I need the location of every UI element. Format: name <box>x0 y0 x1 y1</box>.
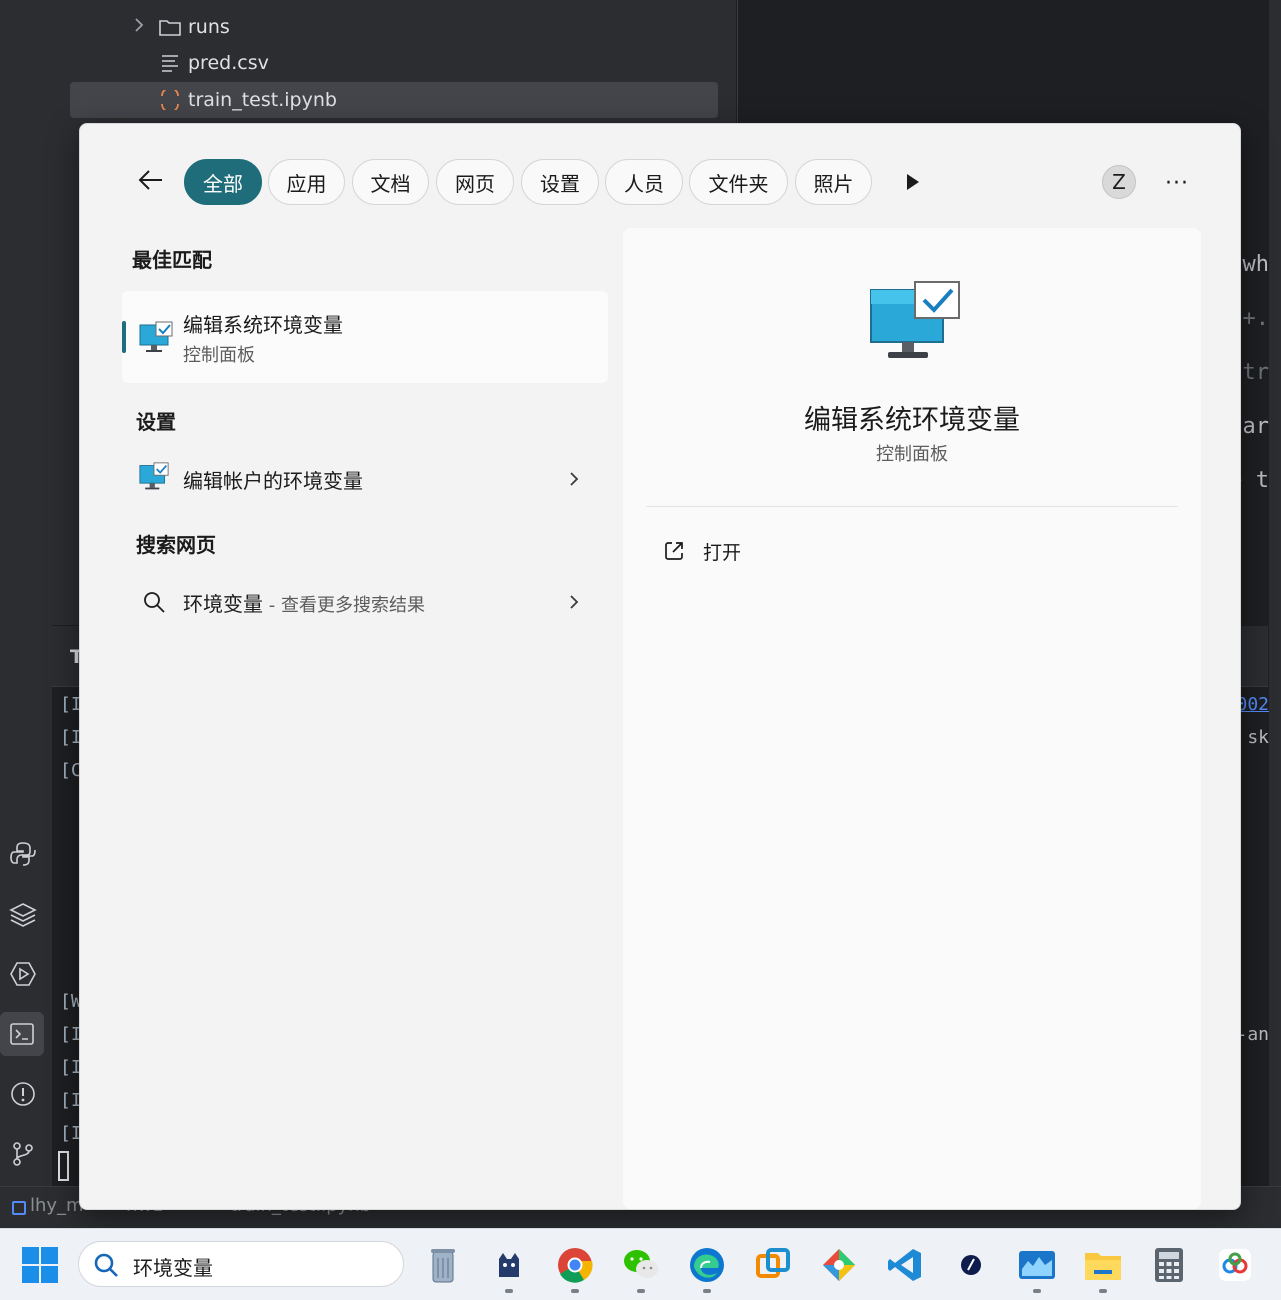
filter-photos[interactable]: 照片 <box>795 159 872 205</box>
tree-item-pred-csv[interactable]: pred.csv <box>158 45 269 81</box>
windows-start-icon[interactable] <box>20 1245 60 1285</box>
running-indicator <box>505 1289 513 1293</box>
best-match-result[interactable]: 编辑系统环境变量 控制面板 <box>122 291 608 383</box>
running-indicator <box>637 1289 645 1293</box>
services-icon[interactable] <box>7 958 39 990</box>
chevron-right-icon <box>570 472 579 486</box>
edge-icon[interactable] <box>685 1243 729 1287</box>
terminal-link-fragment[interactable]: 002 <box>1236 694 1269 715</box>
filter-settings[interactable]: 设置 <box>521 159 599 205</box>
filter-people[interactable]: 人员 <box>605 159 683 205</box>
scrollbar[interactable] <box>1269 0 1281 1228</box>
web-result[interactable]: 环境变量 - 查看更多搜索结果 <box>122 577 608 627</box>
wechat-icon[interactable] <box>619 1243 663 1287</box>
editor-fragment: wh <box>1242 252 1270 277</box>
terminal-cursor <box>58 1151 69 1181</box>
chevron-right-icon <box>570 595 579 609</box>
file-explorer-icon[interactable] <box>1081 1243 1125 1287</box>
monitor-check-icon <box>139 321 173 352</box>
chrome-icon[interactable] <box>553 1243 597 1287</box>
more-options-button[interactable]: ··· <box>1160 166 1194 200</box>
settings-result-title: 编辑帐户的环境变量 <box>183 469 363 493</box>
taskbar-search-input[interactable]: 环境变量 <box>78 1241 404 1287</box>
preview-pane: 编辑系统环境变量 控制面板 打开 <box>623 228 1201 1209</box>
tree-item-runs[interactable]: runs <box>158 9 230 45</box>
open-label: 打开 <box>703 541 742 564</box>
git-app-icon[interactable] <box>817 1243 861 1287</box>
preview-subtitle: 控制面板 <box>876 444 948 465</box>
tree-item-train-test[interactable]: train_test.ipynb <box>70 82 718 118</box>
taskbar: 环境变量 <box>0 1228 1281 1300</box>
terminal-fragment: -an <box>1236 1024 1269 1045</box>
taskbar-search-value: 环境变量 <box>133 1256 213 1280</box>
chevron-right-icon[interactable] <box>133 17 145 37</box>
folder-icon <box>159 20 181 36</box>
terminal-icon[interactable] <box>0 1012 44 1056</box>
vmware-icon[interactable] <box>751 1243 795 1287</box>
tree-item-label: runs <box>188 16 230 38</box>
running-indicator <box>1099 1289 1107 1293</box>
web-result-query: 环境变量 - 查看更多搜索结果 <box>183 588 425 617</box>
task-manager-icon[interactable] <box>1015 1243 1059 1287</box>
open-external-icon <box>665 542 683 560</box>
arrow-left-icon <box>138 170 162 190</box>
section-best-match: 最佳匹配 <box>132 248 212 272</box>
python-console-icon[interactable] <box>7 838 39 870</box>
filter-documents[interactable]: 文档 <box>352 159 429 205</box>
filter-folders[interactable]: 文件夹 <box>689 159 788 205</box>
open-action[interactable]: 打开 <box>663 534 741 568</box>
user-avatar[interactable]: Z <box>1102 165 1136 199</box>
section-settings: 设置 <box>136 410 176 434</box>
calculator-icon[interactable] <box>1147 1243 1191 1287</box>
section-web: 搜索网页 <box>136 533 216 557</box>
web-query-suffix: - 查看更多搜索结果 <box>263 595 425 616</box>
baidu-netdisk-icon[interactable] <box>1213 1243 1257 1287</box>
filter-web[interactable]: 网页 <box>436 159 514 205</box>
web-query-text: 环境变量 <box>183 592 263 616</box>
search-icon <box>94 1253 118 1277</box>
cat-app-icon[interactable] <box>487 1243 531 1287</box>
filter-all[interactable]: 全部 <box>184 159 262 205</box>
git-branch-icon[interactable] <box>7 1138 39 1170</box>
tree-item-label: pred.csv <box>188 52 269 74</box>
running-indicator <box>703 1289 711 1293</box>
module-icon <box>12 1201 26 1215</box>
best-match-subtitle: 控制面板 <box>183 345 255 366</box>
back-button[interactable] <box>132 162 168 198</box>
more-filters-play-icon[interactable] <box>900 170 924 194</box>
search-flyout: 全部 应用 文档 网页 设置 人员 文件夹 照片 Z ··· 最佳匹配 编辑系统… <box>79 123 1241 1210</box>
selection-indicator <box>122 321 126 353</box>
preview-title: 编辑系统环境变量 <box>804 405 1020 436</box>
notebook-icon <box>161 90 179 110</box>
text-file-icon <box>162 55 178 72</box>
monitor-check-icon <box>139 462 169 490</box>
tree-item-label: train_test.ipynb <box>188 89 337 111</box>
vscode-icon[interactable] <box>883 1243 927 1287</box>
running-indicator <box>571 1289 579 1293</box>
typora-icon[interactable] <box>949 1243 993 1287</box>
monitor-check-icon <box>870 281 960 358</box>
divider <box>646 506 1178 507</box>
terminal-fragment: sk <box>1247 727 1269 748</box>
breadcrumb-item[interactable]: lhy_m <box>30 1195 84 1216</box>
layers-icon[interactable] <box>7 898 39 930</box>
running-indicator <box>1033 1289 1041 1293</box>
editor-fragment: ar <box>1242 414 1270 439</box>
recycle-bin-icon[interactable] <box>421 1243 465 1287</box>
search-icon <box>144 592 165 613</box>
settings-result[interactable]: 编辑帐户的环境变量 <box>122 454 608 504</box>
problems-icon[interactable] <box>7 1078 39 1110</box>
filter-apps[interactable]: 应用 <box>268 159 345 205</box>
best-match-title: 编辑系统环境变量 <box>183 313 343 337</box>
